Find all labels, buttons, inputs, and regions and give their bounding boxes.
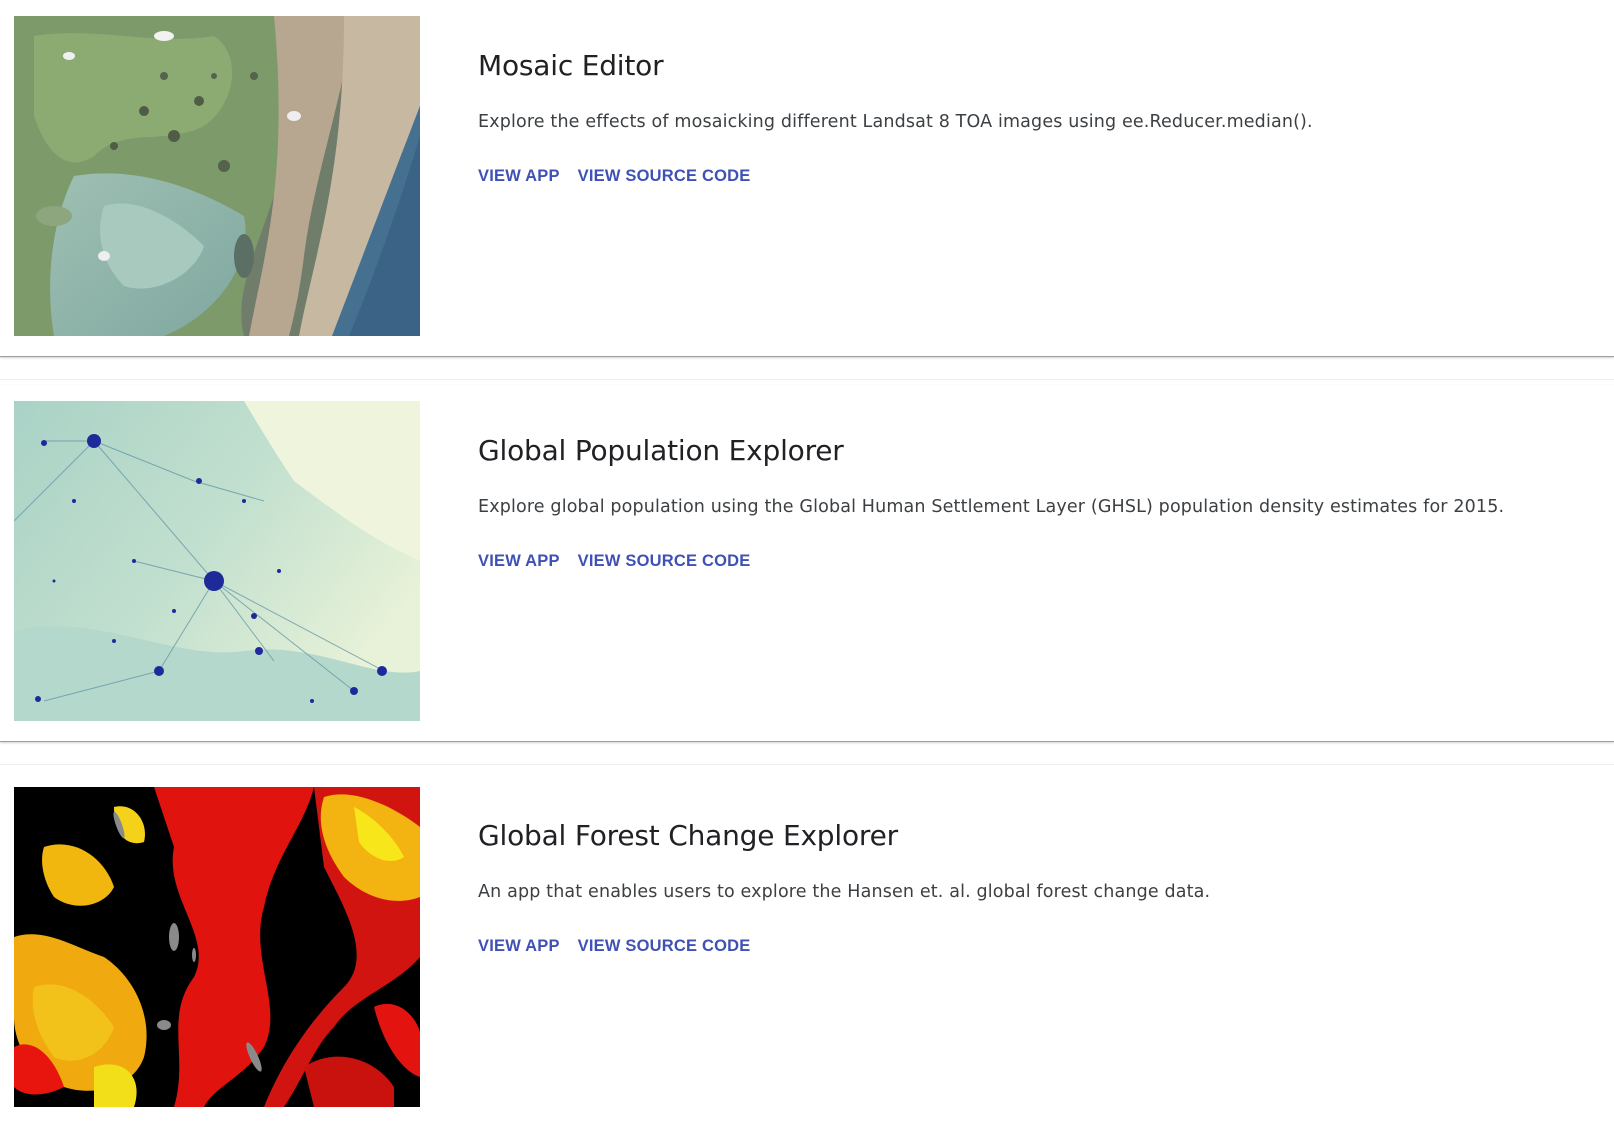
app-description: Explore global population using the Glob… [478,497,1505,517]
population-density-map-image [14,401,420,721]
view-app-link[interactable]: VIEW APP [478,937,560,956]
card-divider [0,764,1614,765]
app-description: An app that enables users to explore the… [478,882,1211,902]
satellite-coastline-image [14,16,420,336]
app-card-global-forest-change-explorer: Global Forest Change Explorer An app tha… [0,764,1614,1124]
app-thumbnail-global-forest-change-explorer[interactable] [14,787,420,1107]
card-divider [0,379,1614,380]
app-title: Global Forest Change Explorer [478,819,898,852]
app-actions: VIEW APP VIEW SOURCE CODE [478,167,1594,186]
app-actions: VIEW APP VIEW SOURCE CODE [478,937,1594,956]
app-card-content: Global Forest Change Explorer An app tha… [478,816,1594,956]
app-card-global-population-explorer: Global Population Explorer Explore globa… [0,379,1614,742]
app-description: Explore the effects of mosaicking differ… [478,112,1313,132]
app-card-content: Global Population Explorer Explore globa… [478,431,1594,571]
app-card-mosaic-editor: Mosaic Editor Explore the effects of mos… [0,0,1614,357]
view-app-link[interactable]: VIEW APP [478,167,560,186]
app-card-content: Mosaic Editor Explore the effects of mos… [478,46,1594,186]
view-source-code-link[interactable]: VIEW SOURCE CODE [578,167,751,186]
app-title: Mosaic Editor [478,49,664,82]
forest-change-map-image [14,787,420,1107]
view-source-code-link[interactable]: VIEW SOURCE CODE [578,937,751,956]
app-gallery-list: Mosaic Editor Explore the effects of mos… [0,0,1614,1124]
app-thumbnail-mosaic-editor[interactable] [14,16,420,336]
view-app-link[interactable]: VIEW APP [478,552,560,571]
app-actions: VIEW APP VIEW SOURCE CODE [478,552,1594,571]
view-source-code-link[interactable]: VIEW SOURCE CODE [578,552,751,571]
app-title: Global Population Explorer [478,434,844,467]
app-thumbnail-global-population-explorer[interactable] [14,401,420,721]
